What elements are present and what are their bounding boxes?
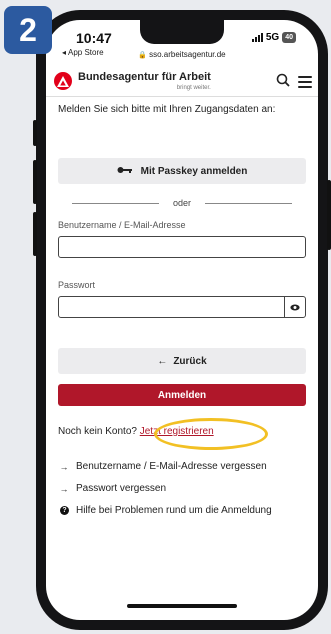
login-help-link[interactable]: ? Hilfe bei Problemen rund um die Anmeld…	[58, 505, 306, 516]
show-password-eye-icon[interactable]	[284, 297, 305, 317]
key-icon	[117, 166, 133, 177]
address-bar[interactable]: 🔒 sso.arbeitsagentur.de	[46, 50, 318, 59]
or-divider: oder	[58, 198, 306, 208]
passkey-label: Mit Passkey anmelden	[140, 165, 248, 177]
hamburger-menu-icon[interactable]	[298, 73, 312, 91]
help-icon: ?	[60, 506, 69, 515]
arrow-left-icon: ←	[157, 355, 168, 367]
password-label: Passwort	[58, 280, 96, 290]
signal-icon	[251, 33, 263, 42]
username-label: Benutzername / E-Mail-Adresse	[58, 220, 186, 230]
password-field[interactable]	[58, 296, 306, 318]
login-intro-text: Melden Sie sich bitte mit Ihren Zugangsd…	[58, 104, 276, 115]
site-header: Bundesagentur für Arbeit bringt weiter.	[46, 66, 318, 97]
url-text: sso.arbeitsagentur.de	[149, 50, 226, 59]
or-text: oder	[173, 198, 192, 208]
arrow-right-icon: →	[59, 483, 69, 494]
back-button[interactable]: ← Zurück	[58, 348, 306, 374]
brand-tagline: bringt weiter.	[176, 84, 211, 91]
forgot-password-link[interactable]: → Passwort vergessen	[58, 483, 306, 494]
phone-frame: 10:47 ◂ App Store 5G 40 🔒 sso.arbeitsagent…	[33, 10, 331, 630]
phone-volume-down	[33, 212, 37, 256]
username-field[interactable]	[58, 236, 306, 258]
phone-notch	[140, 20, 224, 44]
login-button[interactable]: Anmelden	[58, 384, 306, 406]
lock-icon: 🔒	[138, 52, 148, 59]
register-link[interactable]: Jetzt registrieren	[140, 426, 214, 437]
ba-logo-icon[interactable]	[54, 72, 72, 90]
system-indicators: 5G 40	[251, 32, 296, 43]
help-links: → Benutzername / E-Mail-Adresse vergesse…	[58, 461, 306, 516]
step-number-badge: 2	[4, 6, 52, 54]
register-question: Noch kein Konto?	[58, 426, 137, 437]
home-indicator	[127, 604, 237, 608]
login-form: Melden Sie sich bitte mit Ihren Zugangsd…	[46, 103, 318, 516]
phone-screen: 10:47 ◂ App Store 5G 40 🔒 sso.arbeitsagent…	[46, 20, 318, 620]
forgot-username-link[interactable]: → Benutzername / E-Mail-Adresse vergesse…	[58, 461, 306, 472]
network-type: 5G	[265, 32, 280, 43]
search-icon[interactable]	[276, 73, 290, 92]
register-prompt: Noch kein Konto? Jetzt registrieren	[58, 418, 306, 450]
back-label: Zurück	[173, 355, 207, 367]
brand-block: Bundesagentur für Arbeit bringt weiter.	[78, 70, 211, 91]
phone-volume-up	[33, 160, 37, 204]
link-label: Benutzername / E-Mail-Adresse vergessen	[76, 461, 267, 472]
arrow-right-icon: →	[59, 461, 69, 472]
phone-side-button	[33, 120, 37, 146]
status-time: 10:47	[76, 30, 112, 46]
battery-icon: 40	[282, 32, 296, 43]
phone-power-button	[327, 180, 331, 250]
link-label: Hilfe bei Problemen rund um die Anmeldun…	[76, 505, 272, 516]
link-label: Passwort vergessen	[76, 483, 167, 494]
brand-name: Bundesagentur für Arbeit	[78, 70, 211, 83]
passkey-login-button[interactable]: Mit Passkey anmelden	[58, 158, 306, 184]
